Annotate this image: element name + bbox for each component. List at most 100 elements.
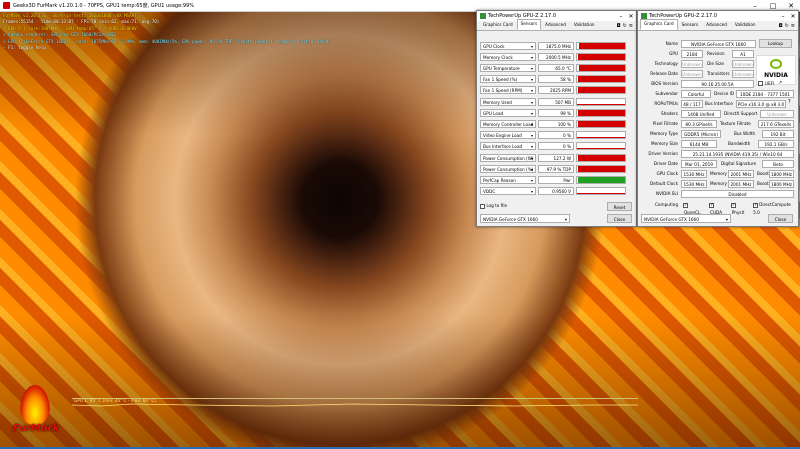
bandwidth-label: Bandwidth [728,141,751,146]
furmark-logo: FurMark [6,385,66,441]
default-clock-label: Default Clock [649,181,678,186]
sensor-row: Fan 1 Speed (RPM)2025 RPM [480,86,630,95]
reset-button[interactable]: Reset [607,202,632,211]
sensor-name-dropdown[interactable]: Bus Interface Load [480,142,536,151]
camera-icon[interactable]: ◘ [779,23,783,29]
rops-tmus-value: 48 / 117 [681,100,703,108]
sensor-graph-fill [577,103,625,105]
close-button[interactable]: Close [607,214,632,223]
release-date-value: Unknown [681,70,703,78]
sensor-name-dropdown[interactable]: Memory Controller Load [480,119,536,129]
sensor-row: Memory Controller Load100 % [480,119,630,129]
memory-type-label: Memory Type [650,131,678,136]
minimize-icon[interactable]: – [616,13,626,20]
bandwidth-value: 192.1 GB/s [758,140,794,148]
gpuz-card-window[interactable]: TechPowerUp GPU-Z 2.17.0 – ✕ Graphics Ca… [637,10,799,227]
name-label: Name [665,41,678,46]
boost-clock-label: Boost [757,171,769,176]
tab-advanced[interactable]: Advanced [541,20,570,30]
sensor-graph-fill [578,87,625,94]
sensor-name-dropdown[interactable]: Fan 1 Speed (RPM) [480,86,536,95]
sensor-row: VDDC0.9560 V [480,187,630,196]
driver-version-value: 25.21.14.1935 (NVIDIA 419.35) / Win10 64 [681,150,794,158]
sensor-name-dropdown[interactable]: GPU Clock [480,41,536,51]
uefi-checkbox [758,81,763,86]
gpuz-sensors-window[interactable]: TechPowerUp GPU-Z 2.17.0 – ✕ Graphics Ca… [476,10,637,227]
tab-advanced[interactable]: Advanced [702,20,731,30]
sensor-name-dropdown[interactable]: Power Consumption (%) [480,164,536,174]
technology-value: Unknown [681,60,703,68]
minimize-icon[interactable]: – [746,1,764,11]
pixel-fillrate-value: 80.3 GPixel/s [681,120,717,128]
subvendor-label: Subvendor [655,91,678,96]
osd-line: - F1: toggle help [3,45,46,51]
sensor-value: 58 % [538,75,574,84]
sensor-row: Fan 1 Speed (%)58 % [480,75,630,84]
sensor-name-dropdown[interactable]: Video Engine Load [480,131,536,140]
maximize-icon[interactable]: □ [764,1,782,11]
close-button[interactable]: Close [768,214,793,223]
furmark-window-title: Geeks3D FurMark v1.20.1.0 - 70FPS, GPU1 … [13,3,194,9]
revision-value: A1 [732,50,754,58]
sensor-graph-fill [578,53,625,60]
driver-date-label: Driver Date [653,161,678,166]
osd-line: > GPU 1 (GeForce GTX 1660) - core: 1875M… [3,38,331,44]
sensor-graph-fill [579,64,625,71]
sensor-name-dropdown[interactable]: GPU Load [480,108,536,118]
memory-clock-label: Memory [710,171,728,176]
sensor-graph [576,142,626,151]
sensor-name-dropdown[interactable]: PerfCap Reason [480,175,536,185]
rops-tmus-label: ROPs/TMUs [654,101,678,106]
tab-validation[interactable]: Validation [731,20,760,30]
share-icon[interactable]: ↗ [778,80,782,86]
gpuz-app-icon [480,13,486,19]
refresh-icon[interactable]: ↻ [623,23,627,29]
lookup-button[interactable]: Lookup [759,39,792,48]
driver-version-label: Driver Version [648,151,678,156]
tab-graphics-card[interactable]: Graphics Card [640,19,678,30]
sensor-graph [576,187,626,196]
tab-graphics-card[interactable]: Graphics Card [479,20,517,30]
sensor-value: 0 % [538,142,574,151]
close-icon[interactable]: ✕ [788,13,798,20]
sensor-row: Power Consumption (W)127.2 W [480,153,630,163]
sensor-value: 99 % [538,108,574,117]
driver-date-value: Mar 01, 2019 [681,160,717,168]
texture-fillrate-value: 217.6 GTexel/s [758,120,794,128]
sensor-graph [576,97,626,106]
menu-icon[interactable]: ≡ [629,23,633,29]
tab-validation[interactable]: Validation [570,20,599,30]
log-to-file-option[interactable]: Log to file [480,203,507,209]
gpu-label: GPU [669,51,678,56]
sensor-name-dropdown[interactable]: Fan 1 Speed (%) [480,75,536,84]
tab-sensors[interactable]: Sensors [516,19,542,30]
close-icon[interactable]: ✕ [782,1,800,11]
sensor-name-dropdown[interactable]: Memory Used [480,97,536,107]
sensor-row: Memory Used507 MB [480,97,630,107]
release-date-label: Release Date [650,71,678,76]
minimize-icon[interactable]: – [778,13,788,20]
close-icon[interactable]: ✕ [626,13,636,20]
bus-width-label: Bus Width [734,131,756,136]
gpu-select[interactable]: NVIDIA GeForce GTX 1660 [480,214,570,224]
sensor-name-dropdown[interactable]: Power Consumption (W) [480,153,536,163]
gpu-select[interactable]: NVIDIA GeForce GTX 1660 [641,214,731,224]
sensor-name-dropdown[interactable]: VDDC [480,187,536,196]
sensor-name-dropdown[interactable]: Memory Clock [480,52,536,62]
shaders-label: Shaders [660,111,678,116]
sensor-value: 507 MB [538,97,574,106]
log-to-file-checkbox[interactable] [480,203,485,209]
temperature-graph: GPU 1: 65° C (min: 46° C - max: 66° C) [72,398,638,441]
sensor-name-dropdown[interactable]: GPU Temperature [480,63,536,73]
default-boost-label: Boost [757,181,769,186]
help-icon[interactable]: ? [788,99,791,105]
tab-sensors[interactable]: Sensors [678,20,703,30]
tab-bar: Graphics Card Sensors Advanced Validation ◘… [638,19,798,31]
sensor-value: 0.9560 V [538,187,574,196]
camera-icon[interactable]: ◘ [617,23,621,29]
memory-clock-value: 2001 MHz [728,170,754,178]
refresh-icon[interactable]: ↻ [785,23,789,29]
sensor-graph [576,63,626,72]
bus-width-value: 192 Bit [762,130,794,138]
menu-icon[interactable]: ≡ [791,23,795,29]
